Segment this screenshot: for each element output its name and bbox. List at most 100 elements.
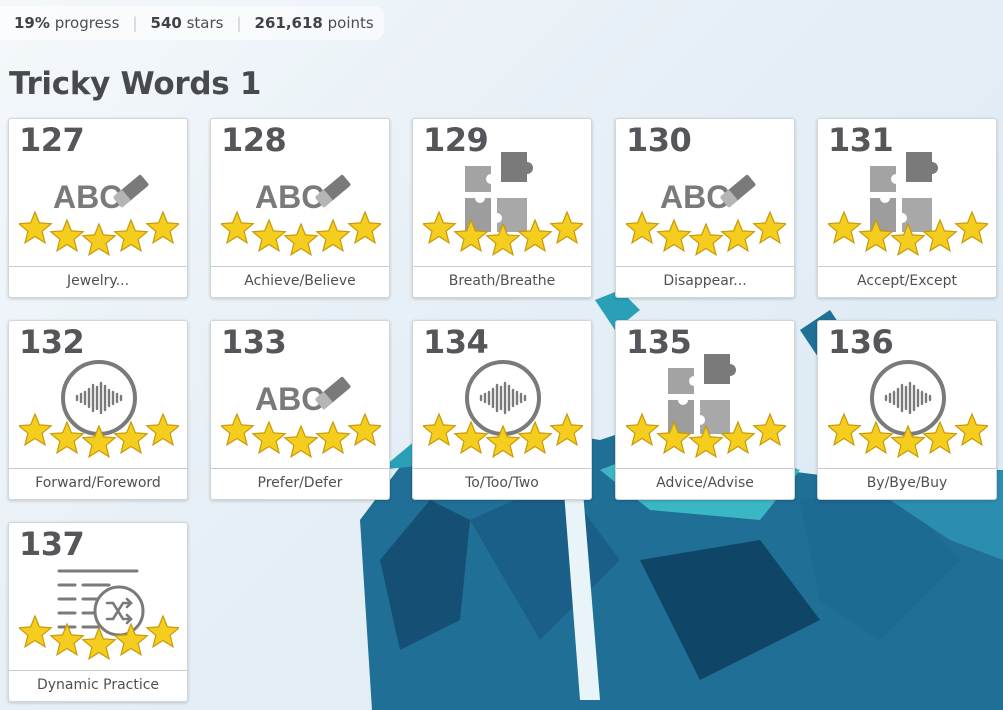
star-icon xyxy=(517,420,553,455)
star-icon xyxy=(752,412,786,447)
activity-card-132[interactable]: 132 Forward/Foreword xyxy=(8,320,188,500)
card-number: 130 xyxy=(626,121,692,159)
star-icon xyxy=(49,622,85,657)
star-icon xyxy=(453,218,489,253)
star-icon xyxy=(113,218,149,253)
points-label: points xyxy=(327,14,374,32)
section-title: Tricky Words 1 xyxy=(9,66,262,102)
star-icon xyxy=(626,412,660,447)
star-icon xyxy=(347,412,381,447)
card-divider xyxy=(9,266,187,267)
star-icon xyxy=(922,420,958,455)
card-number: 129 xyxy=(423,121,489,159)
card-divider xyxy=(413,468,591,469)
activity-card-133[interactable]: ABC 133 Prefer/Defer xyxy=(210,320,390,500)
star-icon xyxy=(49,420,85,455)
card-label: Achieve/Believe xyxy=(244,273,356,289)
star-icon xyxy=(549,412,583,447)
card-divider xyxy=(818,266,996,267)
star-icon xyxy=(954,412,988,447)
star-rating xyxy=(19,614,179,661)
star-icon xyxy=(485,424,521,459)
card-label: Jewelry... xyxy=(66,273,130,289)
star-icon xyxy=(656,218,692,253)
star-rating xyxy=(626,210,786,257)
star-icon xyxy=(251,420,287,455)
star-icon xyxy=(81,222,117,257)
star-rating xyxy=(221,412,381,459)
card-divider xyxy=(9,468,187,469)
activity-card-134[interactable]: 134 To/Too/Two xyxy=(412,320,592,500)
star-icon xyxy=(485,222,521,257)
star-rating xyxy=(19,210,179,257)
card-label: Prefer/Defer xyxy=(257,475,343,491)
activity-card-131[interactable]: 131 Accept/Except xyxy=(817,118,997,298)
star-icon xyxy=(145,614,179,649)
card-label: By/Bye/Buy xyxy=(866,475,948,491)
star-icon xyxy=(19,210,53,245)
card-divider xyxy=(211,266,389,267)
star-icon xyxy=(113,622,149,657)
star-icon xyxy=(688,424,724,459)
card-label: Accept/Except xyxy=(856,273,957,289)
star-icon xyxy=(145,210,179,245)
star-icon xyxy=(858,420,894,455)
star-rating xyxy=(423,412,583,459)
star-icon xyxy=(549,210,583,245)
star-icon xyxy=(315,420,351,455)
star-icon xyxy=(315,218,351,253)
stars-label: stars xyxy=(186,14,224,32)
stars-value: 540 xyxy=(150,14,182,32)
star-icon xyxy=(251,218,287,253)
star-icon xyxy=(752,210,786,245)
card-label: Dynamic Practice xyxy=(36,677,160,693)
card-divider xyxy=(616,266,794,267)
activity-card-129[interactable]: 129 Breath/Breathe xyxy=(412,118,592,298)
star-icon xyxy=(283,222,319,257)
star-icon xyxy=(890,222,926,257)
points-value: 261,618 xyxy=(254,14,323,32)
card-label: Advice/Advise xyxy=(656,475,754,491)
star-icon xyxy=(145,412,179,447)
card-label: Disappear... xyxy=(663,273,747,289)
star-icon xyxy=(423,210,457,245)
star-icon xyxy=(221,210,255,245)
star-rating xyxy=(221,210,381,257)
star-icon xyxy=(828,210,862,245)
star-icon xyxy=(828,412,862,447)
card-number: 132 xyxy=(19,323,85,361)
card-divider xyxy=(818,468,996,469)
card-number: 128 xyxy=(221,121,287,159)
star-icon xyxy=(656,420,692,455)
card-number: 127 xyxy=(19,121,85,159)
star-icon xyxy=(922,218,958,253)
card-divider xyxy=(9,670,187,671)
activity-card-136[interactable]: 136 By/Bye/Buy xyxy=(817,320,997,500)
card-divider xyxy=(616,468,794,469)
star-icon xyxy=(890,424,926,459)
card-divider xyxy=(211,468,389,469)
star-icon xyxy=(858,218,894,253)
star-icon xyxy=(81,424,117,459)
star-icon xyxy=(19,614,53,649)
activity-card-135[interactable]: 135 Advice/Advise xyxy=(615,320,795,500)
activity-card-137[interactable]: 137 Dynamic Practice xyxy=(8,522,188,702)
card-label: Breath/Breathe xyxy=(448,273,556,289)
star-rating xyxy=(828,210,988,257)
stats-bar: 19% progress | 540 stars | 261,618 point… xyxy=(0,6,384,40)
star-icon xyxy=(688,222,724,257)
star-icon xyxy=(81,626,117,661)
star-icon xyxy=(113,420,149,455)
star-icon xyxy=(19,412,53,447)
activity-card-127[interactable]: ABC 127 Jewelry... xyxy=(8,118,188,298)
star-icon xyxy=(283,424,319,459)
star-icon xyxy=(720,218,756,253)
card-label: Forward/Foreword xyxy=(35,475,161,491)
star-icon xyxy=(423,412,457,447)
star-icon xyxy=(221,412,255,447)
activity-card-128[interactable]: ABC 128 Achieve/Believe xyxy=(210,118,390,298)
star-icon xyxy=(517,218,553,253)
star-rating xyxy=(626,412,786,459)
star-icon xyxy=(453,420,489,455)
activity-card-130[interactable]: ABC 130 Disappear... xyxy=(615,118,795,298)
